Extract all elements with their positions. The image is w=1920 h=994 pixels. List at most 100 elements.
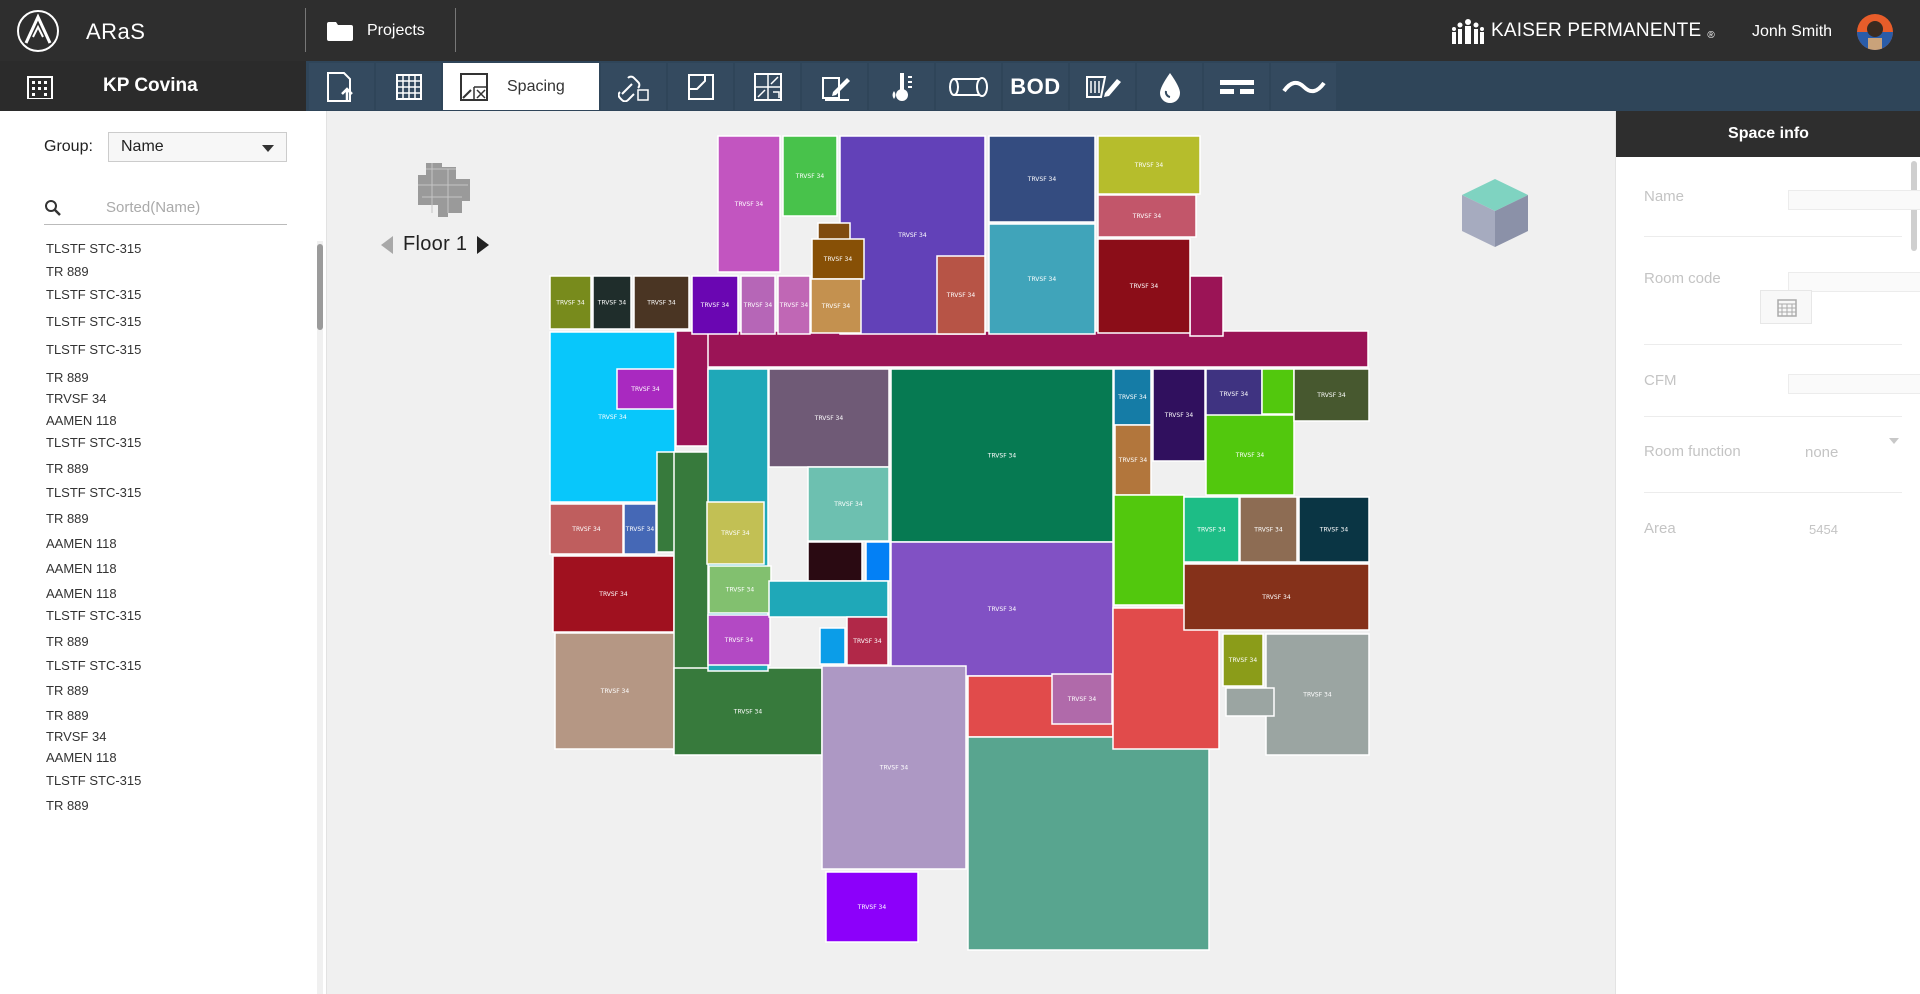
room-list-item[interactable]: TLSTF STC-315 <box>46 608 141 623</box>
area-value: 5454 <box>1809 522 1838 537</box>
room-list-item[interactable]: TRVSF 34 <box>46 391 106 406</box>
next-floor-arrow[interactable] <box>477 235 490 254</box>
cfm-field[interactable] <box>1788 374 1920 394</box>
room-list-item[interactable]: TR 889 <box>46 461 89 476</box>
room-label: TRVSF 34 <box>743 302 773 309</box>
bod-tool-button[interactable]: BOD <box>1003 63 1068 110</box>
chevron-down-icon <box>262 145 274 152</box>
room-list-item[interactable]: TLSTF STC-315 <box>46 435 141 450</box>
wave-tool-button[interactable] <box>1271 63 1336 110</box>
spacing-tool-button[interactable]: Spacing <box>443 63 599 110</box>
floorplan-room[interactable] <box>1113 494 1185 606</box>
room-label: TRVSF 34 <box>597 414 627 421</box>
room-list-item[interactable]: TR 889 <box>46 798 89 813</box>
equipment-tool-button[interactable] <box>1070 63 1135 110</box>
floorplan-room[interactable] <box>1225 687 1275 717</box>
floor-navigator: Floor 1 <box>381 233 490 256</box>
room-list-item[interactable]: TR 889 <box>46 370 89 385</box>
room-list-item[interactable]: TLSTF STC-315 <box>46 241 141 256</box>
floorplan-room[interactable] <box>675 330 1369 368</box>
name-row: Name <box>1644 157 1920 237</box>
floorplan-svg[interactable]: TRVSF 34 TRVSF 34 TRVSF 34 TRVSF 34 TRVSF 34… <box>327 111 1615 994</box>
room-list-item[interactable]: TR 889 <box>46 511 89 526</box>
room-list-item[interactable]: TLSTF STC-315 <box>46 342 141 357</box>
room-list-item[interactable]: TLSTF STC-315 <box>46 485 141 500</box>
room-label: TRVSF 34 <box>1027 176 1057 183</box>
floorplan-canvas[interactable]: TRVSF 34 TRVSF 34 TRVSF 34 TRVSF 34 TRVSF 34… <box>327 111 1615 994</box>
room-label: TRVSF 34 <box>700 302 730 309</box>
user-name[interactable]: Jonh Smith <box>1752 23 1832 41</box>
room-list-item[interactable]: AAMEN 118 <box>46 750 117 765</box>
room-list-item[interactable]: TRVSF 34 <box>46 729 106 744</box>
floorplan-room[interactable] <box>865 541 891 582</box>
chevron-down-icon[interactable] <box>1889 438 1899 444</box>
room-label: TRVSF 34 <box>720 530 750 537</box>
floorplan-room[interactable] <box>768 580 889 618</box>
room-list-panel: Group: Name TLSTF STC-315 TR 889 TLSTF STC… <box>0 111 327 994</box>
room-label: TRVSF 34 <box>734 201 764 208</box>
room-label: TRVSF 34 <box>625 526 655 533</box>
scrollbar-track[interactable] <box>317 241 323 994</box>
floorplan-room[interactable] <box>675 330 709 447</box>
upload-tool-button[interactable] <box>309 63 374 110</box>
group-select[interactable]: Name <box>108 132 287 162</box>
room-list-item[interactable]: TR 889 <box>46 708 89 723</box>
duct-tool-button[interactable] <box>936 63 1001 110</box>
room-label: TRVSF 34 <box>555 300 585 307</box>
3d-view-cube-icon[interactable] <box>1460 177 1530 249</box>
lines-tool-button[interactable] <box>1204 63 1269 110</box>
layout-tool-button[interactable] <box>735 63 800 110</box>
temperature-tool-button[interactable] <box>869 63 934 110</box>
room-list-item[interactable]: AAMEN 118 <box>46 536 117 551</box>
search-input[interactable] <box>106 195 281 219</box>
minimap-thumbnail[interactable] <box>412 161 472 217</box>
edit-tool-button[interactable] <box>802 63 867 110</box>
room-list-item[interactable]: AAMEN 118 <box>46 586 117 601</box>
calendar-icon <box>1777 299 1797 317</box>
room-list-item[interactable]: TLSTF STC-315 <box>46 287 141 302</box>
room-list-item[interactable]: AAMEN 118 <box>46 561 117 576</box>
avatar[interactable] <box>1857 14 1893 50</box>
room-list-item[interactable]: TLSTF STC-315 <box>46 773 141 788</box>
floor-tool-button[interactable] <box>668 63 733 110</box>
floorplan-room[interactable] <box>807 541 863 582</box>
room-list-item[interactable]: TR 889 <box>46 683 89 698</box>
room-label: TRVSF 34 <box>833 501 863 508</box>
room-list-item[interactable]: TR 889 <box>46 264 89 279</box>
floorplan-room[interactable] <box>819 627 846 665</box>
room-label: TRVSF 34 <box>1316 392 1346 399</box>
floorplan-room[interactable] <box>1189 275 1224 337</box>
equipment-icon <box>1085 75 1121 98</box>
floorplan-room[interactable] <box>1261 368 1295 415</box>
room-list-item[interactable]: TLSTF STC-315 <box>46 658 141 673</box>
room-list-item[interactable]: TR 889 <box>46 634 89 649</box>
room-list-item[interactable]: TLSTF STC-315 <box>46 314 141 329</box>
prev-floor-arrow[interactable] <box>381 235 393 254</box>
scrollbar-thumb[interactable] <box>317 244 323 330</box>
room-code-field[interactable] <box>1788 272 1920 292</box>
duct-icon <box>948 76 988 97</box>
room-label: TRVSF 34 <box>821 303 851 310</box>
grid-tool-button[interactable] <box>376 63 441 110</box>
toolbar: KP Covina Spacing BOD <box>0 61 1920 111</box>
aras-logo[interactable] <box>16 9 60 53</box>
divider <box>455 8 456 52</box>
room-code-label: Room code <box>1644 270 1721 287</box>
name-field[interactable] <box>1788 190 1920 210</box>
link-tool-button[interactable] <box>601 63 666 110</box>
grid-icon <box>395 73 422 100</box>
room-label: TRVSF 34 <box>630 386 660 393</box>
water-tool-button[interactable] <box>1137 63 1202 110</box>
tool-strip: Spacing BOD <box>309 63 1338 110</box>
lines-icon <box>1219 79 1254 94</box>
site-selector[interactable]: KP Covina <box>0 61 306 111</box>
floorplan-room[interactable] <box>967 736 1210 951</box>
room-label: TRVSF 34 <box>725 587 755 594</box>
projects-button[interactable]: Projects <box>327 19 425 43</box>
room-function-select[interactable]: none <box>1805 444 1838 461</box>
calendar-button[interactable] <box>1760 290 1812 324</box>
room-label: TRVSF 34 <box>852 638 882 645</box>
room-list-item[interactable]: AAMEN 118 <box>46 413 117 428</box>
spacing-icon <box>460 72 488 101</box>
room-label: TRVSF 34 <box>1253 527 1283 534</box>
